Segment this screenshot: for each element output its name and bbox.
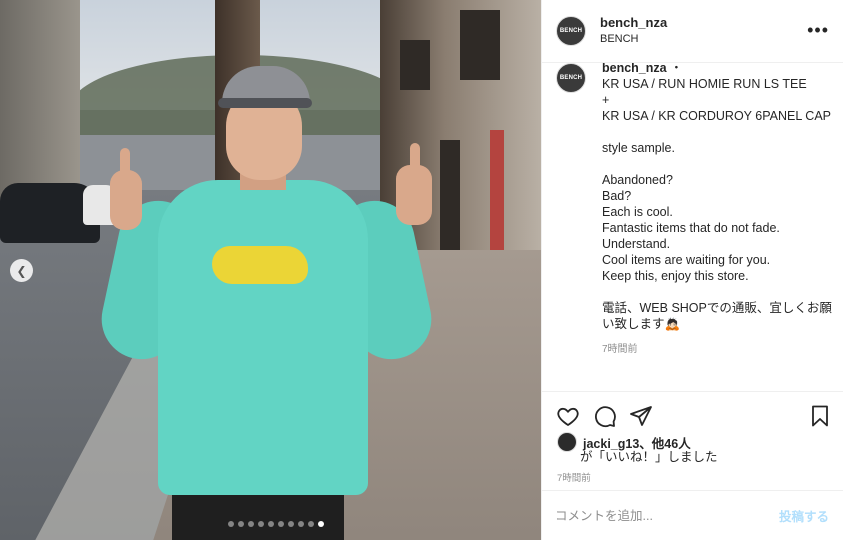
heart-icon[interactable] bbox=[556, 404, 580, 428]
carousel-dot[interactable] bbox=[228, 521, 234, 527]
caption-separator: ・ bbox=[670, 63, 683, 75]
header-username[interactable]: bench_nza bbox=[600, 15, 667, 31]
carousel-dot[interactable] bbox=[258, 521, 264, 527]
caption-line: 電話、WEB SHOPでの通販、宜しくお願 bbox=[602, 301, 832, 315]
caption-line: Keep this, enjoy this store. bbox=[602, 269, 749, 283]
carousel-dot[interactable] bbox=[248, 521, 254, 527]
caption-line bbox=[602, 284, 838, 300]
post-header: BENCH bench_nza BENCH ••• bbox=[542, 0, 843, 63]
comment-icon[interactable] bbox=[593, 404, 617, 428]
avatar[interactable]: BENCH bbox=[556, 63, 586, 93]
carousel-dot[interactable] bbox=[308, 521, 314, 527]
comment-bar: 投稿する bbox=[541, 490, 843, 540]
caption-line: Fantastic items that do not fade. bbox=[602, 221, 780, 235]
caption-line: KR USA / KR CORDUROY 6PANEL CAP bbox=[602, 109, 831, 123]
carousel-dot[interactable] bbox=[298, 521, 304, 527]
action-bar bbox=[542, 391, 843, 436]
avatar[interactable] bbox=[557, 432, 577, 452]
carousel-dot[interactable] bbox=[238, 521, 244, 527]
caption-line: Cool items are waiting for you. bbox=[602, 253, 771, 267]
caption: BENCH bench_nza ・ KR USA / RUN HOMIE RUN… bbox=[542, 63, 843, 391]
bookmark-icon[interactable] bbox=[808, 404, 832, 428]
caption-line bbox=[602, 124, 838, 140]
carousel-dot[interactable] bbox=[318, 521, 324, 527]
caption-text: KR USA / RUN HOMIE RUN LS TEE + KR USA / K… bbox=[602, 76, 838, 332]
caption-line: Abandoned? bbox=[602, 173, 673, 187]
post-comment-button[interactable]: 投稿する bbox=[779, 506, 829, 525]
caption-line: KR USA / RUN HOMIE RUN LS TEE bbox=[602, 77, 807, 91]
share-icon[interactable] bbox=[629, 404, 653, 428]
carousel-dot[interactable] bbox=[288, 521, 294, 527]
caption-line: + bbox=[602, 93, 610, 107]
avatar[interactable]: BENCH bbox=[556, 16, 586, 46]
header-location[interactable]: BENCH bbox=[600, 31, 667, 47]
caption-line bbox=[602, 156, 838, 172]
chevron-left-icon: ❮ bbox=[16, 263, 27, 278]
caption-line: Bad? bbox=[602, 189, 632, 203]
person bbox=[94, 60, 460, 540]
caption-username[interactable]: bench_nza bbox=[602, 63, 667, 75]
carousel-dot[interactable] bbox=[268, 521, 274, 527]
likes-suffix: が「いいね！」しました bbox=[580, 450, 718, 464]
caption-line: い致します🙇🏻 bbox=[602, 317, 681, 331]
caption-line: Understand. bbox=[602, 237, 671, 251]
caption-line: Each is cool. bbox=[602, 205, 673, 219]
post-time: 7時間前 bbox=[557, 473, 591, 484]
shirt-graphic bbox=[212, 246, 308, 284]
post-photo[interactable]: ❮ bbox=[0, 0, 541, 540]
carousel-dot[interactable] bbox=[278, 521, 284, 527]
caption-time: 7時間前 bbox=[602, 344, 638, 355]
carousel-prev-button[interactable]: ❮ bbox=[10, 259, 33, 282]
caption-line: style sample. bbox=[602, 141, 675, 155]
comment-input[interactable] bbox=[555, 508, 779, 523]
more-options-button[interactable]: ••• bbox=[807, 20, 829, 41]
carousel-dots bbox=[228, 521, 324, 527]
shirt bbox=[158, 180, 368, 495]
